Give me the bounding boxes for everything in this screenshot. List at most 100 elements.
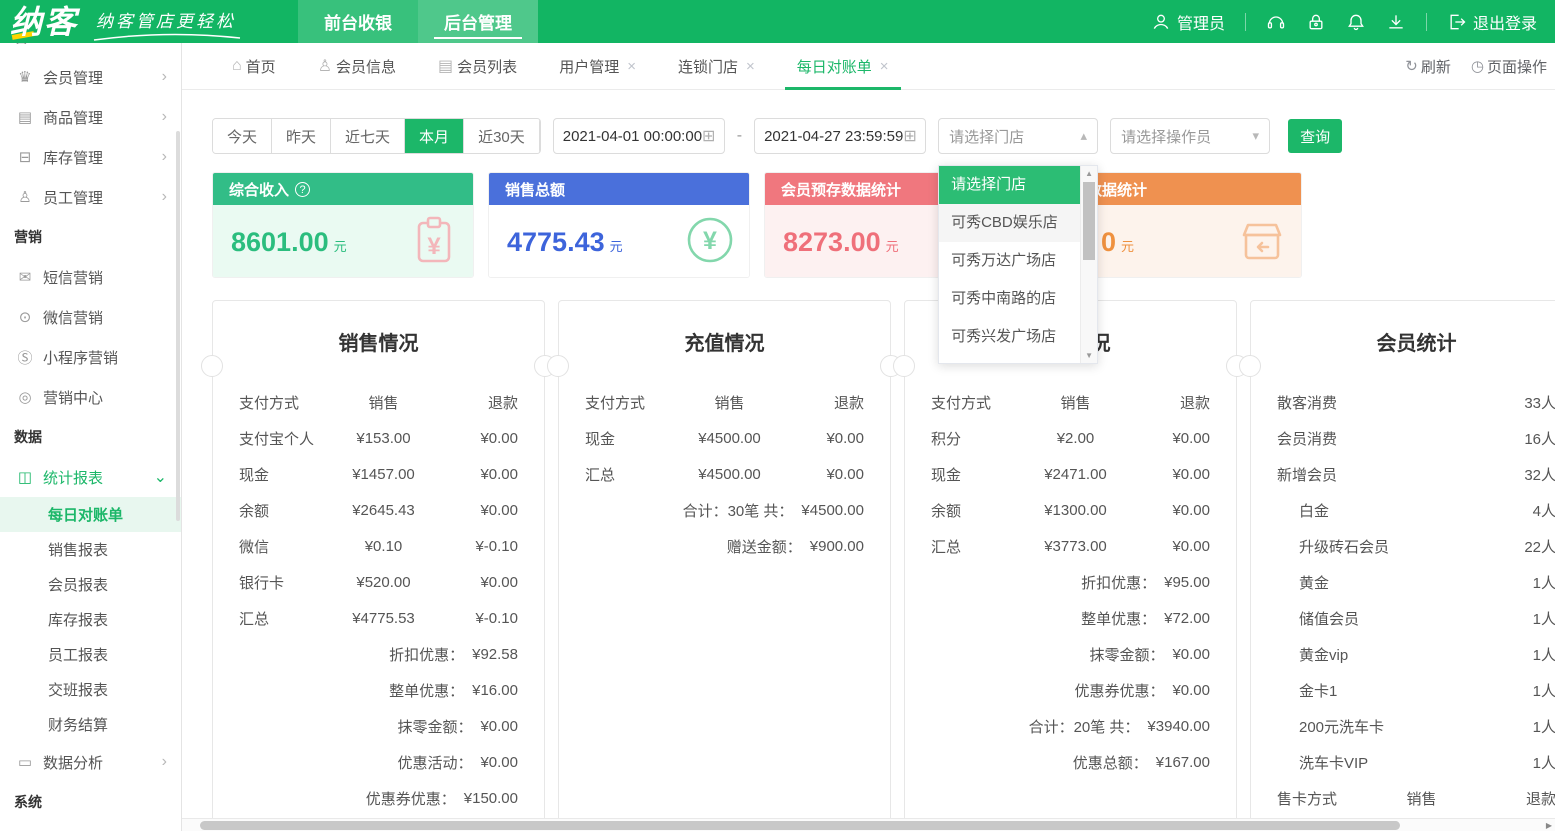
member-stat-row: 会员消费16人 — [1277, 420, 1555, 456]
sidebar-item-member-mgmt[interactable]: ♛ 会员管理 › — [0, 57, 181, 97]
table-row: 汇总¥4775.53¥-0.10 — [239, 600, 518, 636]
goods-icon: ▤ — [14, 108, 36, 126]
close-tab-icon[interactable]: × — [746, 58, 755, 75]
chevron-icon: › — [162, 108, 167, 126]
sidebar-item-inventory-report[interactable]: 库存报表 — [0, 602, 181, 637]
tab-home[interactable]: ⌂ 首页 — [220, 43, 288, 90]
sidebar-item-product-mgmt[interactable]: ▤ 商品管理 › — [0, 97, 181, 137]
tab-member-list[interactable]: ▤ 会员列表 — [426, 43, 529, 90]
scroll-right-icon[interactable]: ▶ — [1546, 819, 1552, 831]
store-option-kexiu-zhongnan[interactable]: 可秀中南路的店 — [939, 280, 1097, 318]
sidebar-item-finance-settlement[interactable]: 财务结算 — [0, 707, 181, 742]
sidebar-item-staff-report[interactable]: 员工报表 — [0, 637, 181, 672]
panels-row: 销售情况 支付方式销售退款 支付宝个人¥153.00¥0.00 现金¥1457.… — [212, 300, 1555, 831]
sidebar-item-statistics-reports[interactable]: ◫ 统计报表 ⌄ — [0, 457, 181, 497]
store-select-dropdown: 请选择门店 可秀CBD娱乐店 可秀万达广场店 可秀中南路的店 可秀兴发广场店 可… — [938, 165, 1098, 364]
member-stat-row: 新增会员32人 — [1277, 456, 1555, 492]
summary-row: 抹零金额：¥0.00 — [239, 708, 518, 744]
tab-daily-statement[interactable]: 每日对账单 × — [785, 43, 901, 90]
store-select[interactable]: 请选择门店 ▴ 请选择门店 可秀CBD娱乐店 可秀万达广场店 可秀中南路的店 — [938, 118, 1098, 154]
close-tab-icon[interactable]: × — [627, 58, 636, 75]
sidebar: 管理 ♛ 会员管理 › ▤ 商品管理 › ⊟ 库存管理 — [0, 43, 182, 831]
filter-last-30-days[interactable]: 近30天 — [464, 119, 540, 153]
search-button[interactable]: 查询 — [1288, 119, 1342, 153]
store-option-kexiu-wanda[interactable]: 可秀万达广场店 — [939, 242, 1097, 280]
panel-notch — [893, 355, 915, 377]
sidebar-item-label: 每日对账单 — [48, 504, 167, 525]
lock-icon[interactable] — [1306, 12, 1326, 32]
sidebar-item-label: 营销 — [14, 227, 167, 247]
download-icon[interactable] — [1386, 12, 1406, 32]
arrow-down-icon: ▾ — [1253, 128, 1260, 144]
date-from-input[interactable]: 2021-04-01 00:00:00 ⊞ — [553, 118, 725, 154]
sidebar-item-data-analysis[interactable]: ▭ 数据分析 › — [0, 742, 181, 782]
sidebar-item-daily-statement[interactable]: 每日对账单 — [0, 497, 181, 532]
sidebar-item-shift-report[interactable]: 交班报表 — [0, 672, 181, 707]
help-icon[interactable]: ? — [295, 182, 310, 197]
chevron-icon: › — [162, 188, 167, 206]
date-range-separator: - — [737, 127, 742, 145]
sidebar-item-inventory-mgmt[interactable]: ⊟ 库存管理 › — [0, 137, 181, 177]
tab-label: 每日对账单 — [797, 56, 872, 77]
member-icon: ♙ — [318, 56, 332, 76]
app-header: 纳客 纳客管店更轻松 前台收银 后台管理 管理员 — [0, 0, 1555, 43]
sidebar-item-member-report[interactable]: 会员报表 — [0, 567, 181, 602]
sidebar-item-miniprogram-marketing[interactable]: Ⓢ 小程序营销 — [0, 337, 181, 377]
table-row: 现金¥1457.00¥0.00 — [239, 456, 518, 492]
member-stat-row: 金卡11人 — [1277, 672, 1555, 708]
tab-label: 首页 — [246, 56, 276, 77]
sidebar-item-label: 员工报表 — [48, 644, 167, 665]
filter-last-7-days[interactable]: 近七天 — [331, 119, 405, 153]
scroll-down-icon[interactable]: ▼ — [1081, 351, 1097, 360]
filter-yesterday[interactable]: 昨天 — [272, 119, 331, 153]
sidebar-item-label: 销售报表 — [48, 539, 167, 560]
dropdown-scrollbar[interactable]: ▲ ▼ — [1080, 166, 1097, 363]
panel-notch — [547, 355, 569, 377]
sidebar-item-label: 员工管理 — [43, 187, 162, 208]
calendar-icon[interactable]: ⊞ — [702, 126, 715, 146]
circle-yen-icon: ¥ — [683, 213, 737, 267]
horizontal-scrollbar[interactable]: ▶ — [182, 818, 1555, 831]
calendar-icon[interactable]: ⊞ — [903, 126, 916, 146]
summary-row: 折扣优惠：¥92.58 — [239, 636, 518, 672]
summary-row: 整单优惠：¥72.00 — [931, 600, 1210, 636]
panel-notch — [201, 355, 223, 377]
sidebar-item-label: 财务结算 — [48, 714, 167, 735]
tab-chain-stores[interactable]: 连锁门店 × — [666, 43, 767, 90]
bell-icon[interactable] — [1346, 12, 1366, 32]
logout-button[interactable]: 退出登录 — [1447, 10, 1537, 34]
chevron-icon: › — [162, 148, 167, 166]
sidebar-item-sms-marketing[interactable]: ✉ 短信营销 — [0, 257, 181, 297]
sidebar-item-wechat-marketing[interactable]: ⊙ 微信营销 — [0, 297, 181, 337]
filter-this-month[interactable]: 本月 — [405, 119, 464, 153]
member-stat-row: 黄金vip1人 — [1277, 636, 1555, 672]
close-tab-icon[interactable]: × — [880, 58, 889, 75]
stat-card-comprehensive-income: 综合收入? 8601.00 元 ¥ — [212, 172, 474, 278]
refresh-button[interactable]: ↻ 刷新 — [1405, 56, 1451, 77]
sidebar-item-label: 数据 — [14, 427, 167, 447]
dropdown-scrollbar-thumb[interactable] — [1083, 182, 1095, 260]
panel-title: 销售情况 — [239, 327, 518, 356]
page-operations-button[interactable]: ◷ 页面操作 — [1471, 56, 1547, 77]
tab-user-mgmt[interactable]: 用户管理 × — [547, 43, 648, 90]
store-option-kexiu-jiefang[interactable]: 可秀解放路店 — [939, 356, 1097, 364]
store-option-kexiu-xingfa[interactable]: 可秀兴发广场店 — [939, 318, 1097, 356]
sidebar-item-marketing-center[interactable]: ◎ 营销中心 — [0, 377, 181, 417]
sidebar-scrollbar-thumb[interactable] — [176, 131, 180, 521]
nav-tab-front-cashier[interactable]: 前台收银 — [298, 0, 418, 43]
nav-tab-backend-mgmt[interactable]: 后台管理 — [418, 0, 538, 43]
horizontal-scrollbar-thumb[interactable] — [200, 821, 1400, 830]
store-option-kexiu-cbd[interactable]: 可秀CBD娱乐店 — [939, 204, 1097, 242]
operator-select[interactable]: 请选择操作员 ▾ — [1110, 118, 1270, 154]
date-to-input[interactable]: 2021-04-27 23:59:59 ⊞ — [754, 118, 926, 154]
headset-icon[interactable] — [1266, 12, 1286, 32]
divider — [1426, 13, 1427, 31]
member-stat-row: 黄金1人 — [1277, 564, 1555, 600]
tab-member-info[interactable]: ♙ 会员信息 — [306, 43, 408, 90]
scroll-up-icon[interactable]: ▲ — [1081, 169, 1097, 178]
current-user[interactable]: 管理员 — [1151, 10, 1225, 34]
sidebar-item-staff-mgmt[interactable]: ♙ 员工管理 › — [0, 177, 181, 217]
sidebar-item-sales-report[interactable]: 销售报表 — [0, 532, 181, 567]
filter-today[interactable]: 今天 — [213, 119, 272, 153]
store-option-placeholder[interactable]: 请选择门店 — [939, 166, 1097, 204]
